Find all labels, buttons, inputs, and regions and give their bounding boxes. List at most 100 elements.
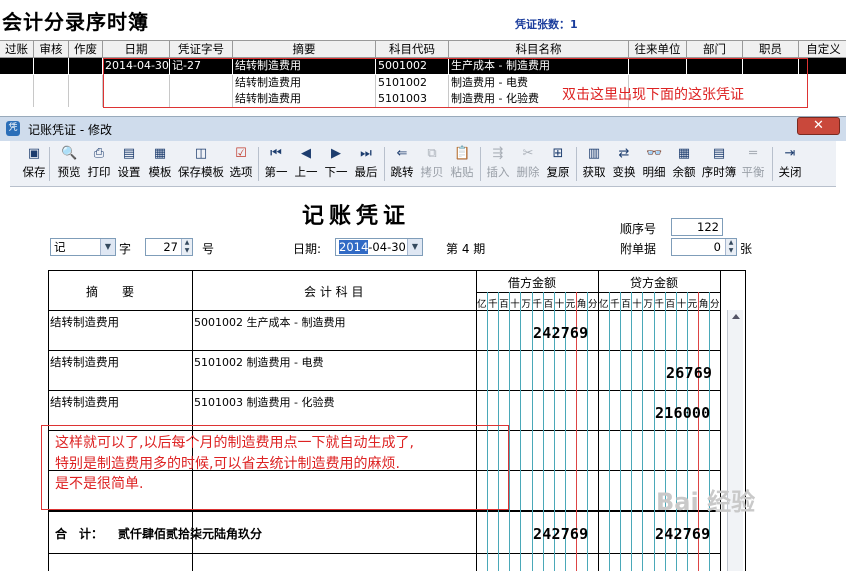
spinner-icon[interactable]: ▲ ▼ [725,239,736,255]
digit-column-header: 万 [521,299,531,310]
seq-input[interactable]: 122 [671,218,723,236]
voucher-number-input[interactable]: 27 ▲ ▼ [145,238,193,256]
window-close-button[interactable]: ✕ [797,117,840,135]
col-header-void[interactable]: 作废 [69,41,103,58]
journal-table-header: 过账 审核 作废 日期 凭证字号 摘要 科目代码 科目名称 往来单位 部门 职员… [0,40,846,58]
entry-account[interactable]: 5001002 生产成本 - 制造费用 [194,314,345,330]
voucher-count-label: 凭证张数：1 [515,18,578,31]
save-button[interactable]: ▣ 保存 [22,144,46,184]
save-icon: ▣ [27,146,41,161]
restore-icon: ⊞ [552,146,564,161]
digit-column-header: 元 [687,299,698,310]
options-icon: ☑ [235,146,247,161]
col-header-partner[interactable]: 往来单位 [629,41,687,58]
delete-icon: ✂ [522,146,534,161]
fetch-button[interactable]: ▥ 获取 [581,144,607,184]
attach-label: 附单据 [620,242,657,256]
col-header-posted[interactable]: 过账 [0,41,34,58]
toolbar: ▣ 保存 🔍 预览 ⎙ 打印 ▤ 设置 ▦ 模板 ◫ 保存模板 ☑ 选项 ⏮ 第一 ◀ 上一 ▶ 下… [10,141,836,187]
total-debit: 242769 [533,525,589,543]
vertical-scrollbar[interactable] [727,310,743,571]
close-button[interactable]: ⇥ 关闭 [777,144,803,184]
col-header-summary[interactable]: 摘要 [233,41,376,58]
digit-column-header: 角 [576,299,587,310]
scroll-up-icon[interactable] [731,314,740,319]
journal-button[interactable]: ▤ 序时簿 [700,144,738,184]
date-input[interactable]: 2014-04-30 ▼ [335,238,423,256]
entry-account[interactable]: 5101003 制造费用 - 化验费 [194,394,334,410]
period-label: 第 4 期 [446,242,486,256]
settings-button[interactable]: ▤ 设置 [117,144,141,184]
col-header-dept[interactable]: 部门 [687,41,743,58]
digit-column-line [520,292,522,571]
digit-column-header: 百 [499,299,509,310]
digit-column-header: 千 [654,299,665,310]
last-button[interactable]: ⏭ 最后 [353,144,379,184]
col-header-staff[interactable]: 职员 [743,41,799,58]
paste-icon: 📋 [454,146,471,161]
entry-summary[interactable]: 结转制造费用 [50,314,119,330]
window-title: 记账凭证 - 修改 [28,123,112,137]
preview-button[interactable]: 🔍 预览 [57,144,81,184]
voucher-type-select[interactable]: 记 ▼ [50,238,116,256]
exchange-icon: ⇄ [618,146,630,161]
save-template-button[interactable]: ◫ 保存模板 [176,144,226,184]
entry-summary[interactable]: 结转制造费用 [50,394,119,410]
restore-button[interactable]: ⊞ 复原 [545,144,571,184]
prev-icon: ◀ [301,146,311,161]
copy-icon: ⧉ [427,146,437,161]
insert-button[interactable]: ⇶ 插入 [485,144,511,184]
col-header-debit: 借方金额 [508,276,557,290]
digit-column-header: 十 [676,299,687,310]
digit-column-header: 亿 [477,299,487,310]
detail-button[interactable]: 👓 明细 [641,144,667,184]
col-header-audited[interactable]: 审核 [34,41,69,58]
digit-column-header: 亿 [599,299,609,310]
window-titlebar[interactable] [0,116,846,141]
digit-column-header: 元 [565,299,576,310]
preview-icon: 🔍 [61,146,78,161]
first-icon: ⏮ [270,146,282,161]
attach-input[interactable]: 0 ▲ ▼ [671,238,737,256]
balance-check-icon: ═ [749,146,757,161]
digit-column-header: 百 [665,299,676,310]
template-button[interactable]: ▦ 模板 [147,144,173,184]
date-label: 日期: [293,242,322,256]
next-button[interactable]: ▶ 下一 [323,144,349,184]
entry-credit[interactable]: 26769 [666,364,712,382]
chevron-down-icon: ▼ [100,239,115,255]
col-header-date[interactable]: 日期 [103,41,170,58]
annotation-text-line: 特别是制造费用多的时候,可以省去统计制造费用的麻烦. [55,456,400,472]
print-button[interactable]: ⎙ 打印 [87,144,111,184]
options-button[interactable]: ☑ 选项 [228,144,254,184]
copy-button[interactable]: ⧉ 拷贝 [419,144,445,184]
total-credit: 242769 [655,525,711,543]
digit-column-line [620,292,622,571]
entry-credit[interactable]: 216000 [655,404,710,422]
col-header-custom[interactable]: 自定义 [799,41,846,58]
jump-button[interactable]: ⇐ 跳转 [389,144,415,184]
col-header-account-name[interactable]: 科目名称 [449,41,629,58]
digit-column-header: 角 [698,299,709,310]
digit-column-header: 十 [632,299,642,310]
exchange-button[interactable]: ⇄ 变换 [611,144,637,184]
balance-button[interactable]: ▦ 余额 [671,144,697,184]
save-template-icon: ◫ [194,146,208,161]
delete-button[interactable]: ✂ 删除 [515,144,541,184]
prev-button[interactable]: ◀ 上一 [293,144,319,184]
col-header-summary: 摘 要 [86,285,135,299]
col-header-account-code[interactable]: 科目代码 [376,41,449,58]
detail-icon: 👓 [646,146,663,161]
settings-icon: ▤ [122,146,136,161]
first-button[interactable]: ⏮ 第一 [263,144,289,184]
entry-summary[interactable]: 结转制造费用 [50,354,119,370]
paste-button[interactable]: 📋 粘贴 [449,144,475,184]
entry-debit[interactable]: 242769 [533,324,588,342]
entry-account[interactable]: 5101002 制造费用 - 电费 [194,354,323,370]
spinner-icon[interactable]: ▲ ▼ [181,239,192,255]
print-icon: ⎙ [93,146,105,161]
col-header-voucher-no[interactable]: 凭证字号 [170,41,233,58]
balance-check-button[interactable]: ═ 平衡 [740,144,766,184]
col-header-account: 会 计 科 目 [304,285,364,299]
zi-label: 字 [119,242,132,256]
